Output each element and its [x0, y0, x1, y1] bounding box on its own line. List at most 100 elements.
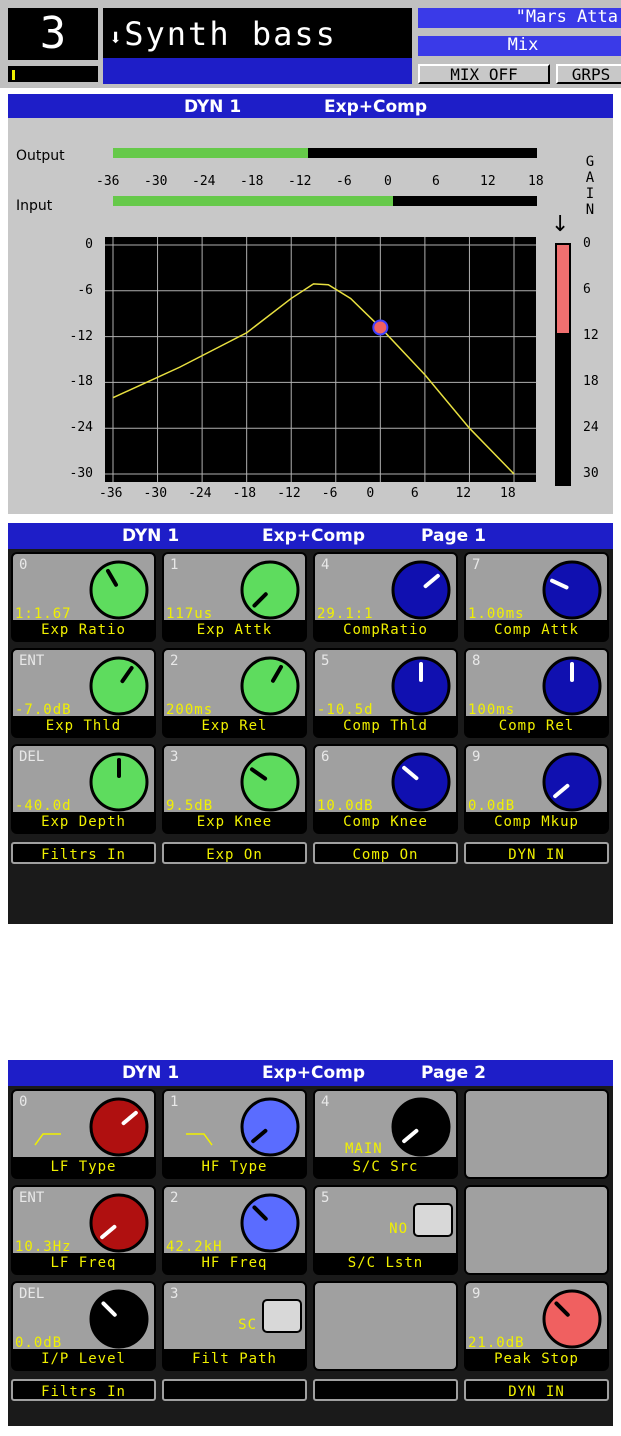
- cell-label: CompRatio: [315, 620, 456, 640]
- parameter-cell[interactable]: 1 117us Exp Attk: [162, 552, 307, 642]
- cell-label: Comp Knee: [315, 812, 456, 832]
- meter-scale-tick: -6: [336, 174, 352, 189]
- cell-index: 0: [19, 1094, 28, 1110]
- footer-button-blank[interactable]: [313, 1379, 458, 1401]
- parameter-cell[interactable]: 5 -10.5d Comp Thld: [313, 648, 458, 738]
- gain-scale-tick: 30: [583, 466, 599, 481]
- x-axis-tick: -30: [143, 486, 168, 501]
- cell-index: ENT: [19, 653, 45, 669]
- cell-label: Exp Attk: [164, 620, 305, 640]
- cell-index: 6: [321, 749, 330, 765]
- meter-scale-tick: -36: [96, 174, 120, 189]
- parameter-cell[interactable]: DEL 0.0dB I/P Level: [11, 1281, 156, 1371]
- channel-name-display[interactable]: ⬇Synth bass: [103, 8, 412, 60]
- channel-level-meter: [8, 66, 98, 82]
- lf-shape-icon: [34, 1133, 61, 1146]
- knob-icon: [542, 752, 602, 812]
- channel-number[interactable]: 3: [8, 8, 98, 60]
- meter-scale-tick: -24: [192, 174, 216, 189]
- footer-button-dyn-in[interactable]: DYN IN: [464, 842, 609, 864]
- page1-title: DYN 1: [122, 526, 180, 546]
- dyn-title: DYN 1: [184, 97, 242, 117]
- parameter-cell[interactable]: ENT -7.0dB Exp Thld: [11, 648, 156, 738]
- knob-icon: [391, 1097, 451, 1157]
- toggle-switch[interactable]: [413, 1203, 453, 1237]
- cell-index: 9: [472, 749, 481, 765]
- parameter-cell[interactable]: 6 10.0dB Comp Knee: [313, 744, 458, 834]
- cell-index: 0: [19, 557, 28, 573]
- y-axis-tick: -30: [69, 466, 93, 481]
- channel-name: Synth bass: [124, 15, 337, 53]
- meter-scale-tick: -18: [240, 174, 264, 189]
- cell-index: 2: [170, 1190, 179, 1206]
- x-axis-tick: -18: [232, 486, 257, 501]
- toggle-switch[interactable]: [262, 1299, 302, 1333]
- cell-value: SC: [238, 1317, 257, 1333]
- footer-button-blank[interactable]: [162, 1379, 307, 1401]
- parameter-cell: [464, 1185, 609, 1275]
- gain-scale-tick: 18: [583, 374, 599, 389]
- hf-shape-icon: [186, 1133, 213, 1146]
- transfer-curve-line: [112, 283, 515, 475]
- cell-label: Exp Depth: [13, 812, 154, 832]
- parameter-cell[interactable]: 4 29.1:1 CompRatio: [313, 552, 458, 642]
- parameter-cell[interactable]: DEL -40.0d Exp Depth: [11, 744, 156, 834]
- x-axis-tick: -24: [188, 486, 212, 501]
- page1-knob-grid: 0 1:1.67 Exp Ratio 1 117us Exp Attk 4 29.1:1 Com…: [8, 549, 613, 924]
- knob-icon: [89, 656, 149, 716]
- cell-index: 8: [472, 653, 481, 669]
- footer-button-filtrs-in[interactable]: Filtrs In: [11, 842, 156, 864]
- cell-index: 1: [170, 557, 179, 573]
- gain-title-letter: I: [585, 186, 595, 202]
- scene-name: "Mars Atta: [418, 8, 621, 28]
- parameter-cell[interactable]: 0 LF Type: [11, 1089, 156, 1179]
- footer-button-comp-on[interactable]: Comp On: [313, 842, 458, 864]
- knob-icon: [89, 752, 149, 812]
- mix-off-button[interactable]: MIX OFF: [418, 64, 550, 84]
- parameter-cell[interactable]: 2 200ms Exp Rel: [162, 648, 307, 738]
- cell-label: HF Type: [164, 1157, 305, 1177]
- y-axis-tick: -24: [69, 420, 93, 436]
- knob-icon: [542, 560, 602, 620]
- cell-label: Exp Knee: [164, 812, 305, 832]
- parameter-cell[interactable]: 9 0.0dB Comp Mkup: [464, 744, 609, 834]
- parameter-cell[interactable]: 8 100ms Comp Rel: [464, 648, 609, 738]
- parameter-cell[interactable]: 1 HF Type: [162, 1089, 307, 1179]
- y-axis-tick: 0: [85, 237, 93, 252]
- transfer-curve-graph[interactable]: [105, 237, 536, 482]
- footer-button-filtrs-in[interactable]: Filtrs In: [11, 1379, 156, 1401]
- page2-mode: Exp+Comp: [262, 1063, 366, 1083]
- parameter-cell[interactable]: 0 1:1.67 Exp Ratio: [11, 552, 156, 642]
- parameter-cell[interactable]: 2 42.2kH HF Freq: [162, 1185, 307, 1275]
- meter-scale-tick: 0: [384, 174, 392, 189]
- knob-icon: [391, 752, 451, 812]
- cell-label: LF Type: [13, 1157, 154, 1177]
- parameter-cell[interactable]: 7 1.00ms Comp Attk: [464, 552, 609, 642]
- x-axis-tick: 18: [500, 486, 516, 501]
- parameter-cell[interactable]: ENT 10.3Hz LF Freq: [11, 1185, 156, 1275]
- grps-button[interactable]: GRPS: [556, 64, 621, 84]
- cell-label: S/C Lstn: [315, 1253, 456, 1273]
- x-axis-tick: 6: [410, 486, 419, 501]
- gain-scale-tick: 6: [583, 282, 591, 297]
- parameter-cell[interactable]: 5 NO S/C Lstn: [313, 1185, 458, 1275]
- parameter-cell[interactable]: 3 SC Filt Path: [162, 1281, 307, 1371]
- knob-icon: [240, 752, 300, 812]
- meter-scale-tick: -30: [144, 174, 168, 189]
- parameter-cell[interactable]: 3 9.5dB Exp Knee: [162, 744, 307, 834]
- cell-label: Comp Mkup: [466, 812, 607, 832]
- gain-title-letter: A: [585, 170, 595, 186]
- meter-scale-tick: 6: [432, 174, 440, 189]
- input-label: Input: [16, 198, 53, 214]
- knob-icon: [391, 560, 451, 620]
- meter-scale-tick: 12: [480, 174, 496, 189]
- cell-label: HF Freq: [164, 1253, 305, 1273]
- footer-button-dyn-in[interactable]: DYN IN: [464, 1379, 609, 1401]
- x-axis-tick: -12: [277, 486, 301, 501]
- cell-index: DEL: [19, 1286, 45, 1302]
- parameter-cell[interactable]: 9 21.0dB Peak Stop: [464, 1281, 609, 1371]
- parameter-cell[interactable]: 4 MAIN S/C Src: [313, 1089, 458, 1179]
- dyn-mode: Exp+Comp: [324, 97, 428, 117]
- footer-button-exp-on[interactable]: Exp On: [162, 842, 307, 864]
- page1-page: Page 1: [421, 526, 486, 546]
